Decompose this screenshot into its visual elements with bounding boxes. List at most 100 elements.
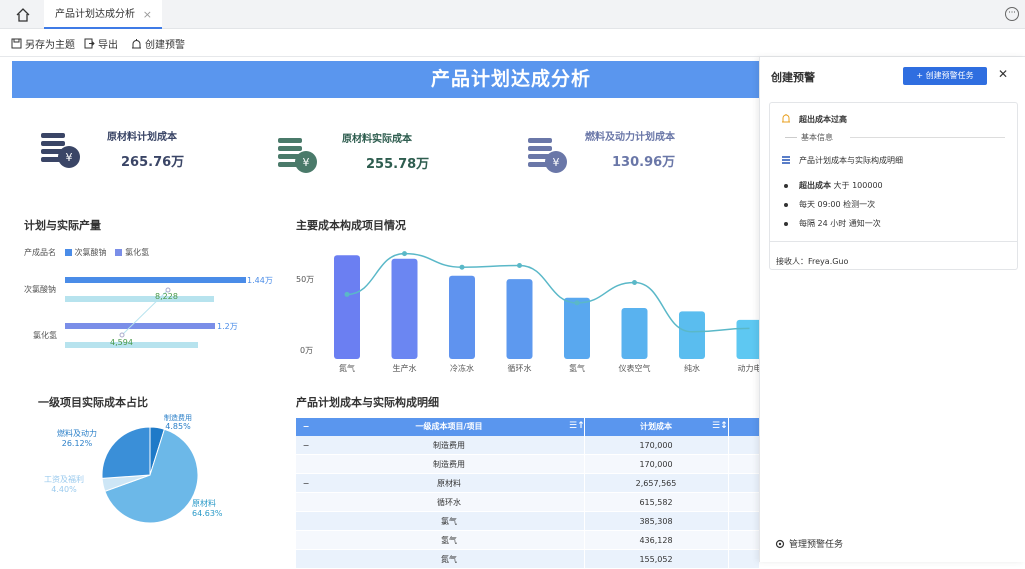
column-divider (584, 474, 585, 493)
alert-receiver: 接收人：Freya.Guo (776, 257, 849, 266)
pie-label-pct: 4.85% (165, 422, 191, 431)
home-icon[interactable] (14, 6, 32, 24)
column-divider (728, 455, 729, 474)
tab-close-icon[interactable]: × (143, 0, 152, 29)
bar-plan[interactable] (65, 323, 215, 329)
column-divider (728, 418, 729, 436)
kpi-value-fuel-plan: 130.96万 (612, 155, 676, 170)
svg-text:¥: ¥ (66, 151, 73, 164)
sort-icon[interactable]: ☰↑ (569, 421, 585, 431)
alarm-icon (132, 39, 141, 49)
column-divider (584, 531, 585, 550)
data-point[interactable] (119, 332, 125, 338)
row-item-name: 制造费用 (433, 460, 465, 469)
alert-notify-frequency: 每隔 24 小时 通知一次 (799, 219, 881, 228)
row-item-name: 氢气 (441, 536, 457, 545)
bar[interactable] (621, 308, 648, 359)
close-icon[interactable]: ✕ (998, 67, 1008, 81)
legend-item[interactable]: 氯化氢 (125, 248, 149, 257)
legend-item[interactable]: 次氯酸钠 (75, 248, 107, 257)
pie-label-name: 燃料及动力 (57, 429, 97, 438)
manage-alert-tasks-link[interactable]: 管理预警任务 (775, 537, 843, 550)
pie-label-pct: 64.63% (192, 509, 223, 518)
table-row[interactable]: 循环水 615,582 (296, 493, 759, 512)
column-header[interactable]: 计划成本 (586, 418, 726, 436)
toolbar: 另存为主题 导出 创建预警 (0, 29, 1025, 57)
pie-label-name: 工资及福利 (44, 475, 84, 484)
bar-actual[interactable] (65, 296, 214, 302)
row-plan-cost: 436,128 (639, 536, 673, 545)
column-divider (584, 418, 585, 436)
bar-plan[interactable] (65, 277, 246, 283)
bar[interactable] (506, 279, 533, 359)
table-title: 产品计划成本与实际构成明细 (296, 396, 439, 409)
table-row[interactable]: − 原材料 2,657,565 (296, 474, 759, 493)
cost-pie-chart (101, 426, 199, 524)
tab-product-plan[interactable]: 产品计划达成分析 × (44, 0, 162, 29)
y-tick-label: 0万 (300, 346, 314, 355)
kpi-value-raw-actual: 255.78万 (366, 157, 430, 172)
kpi-label-raw-plan: 原材料计划成本 (107, 132, 177, 143)
x-tick-label: 动力电 (738, 363, 761, 373)
line-point[interactable] (574, 300, 580, 306)
bar[interactable] (564, 297, 590, 359)
production-legend: 产成品名 次氯酸钠 氯化氢 (24, 247, 149, 258)
plan-value-label: 1.44万 (247, 276, 273, 285)
bar[interactable] (736, 319, 761, 359)
rule-field: 超出成本 (799, 181, 831, 190)
alert-schedule: 每天 09:00 检测一次 (799, 200, 876, 209)
bar[interactable] (391, 258, 418, 359)
line-point[interactable] (517, 263, 522, 268)
kpi-label-fuel-plan: 燃料及动力计划成本 (585, 132, 675, 143)
row-plan-cost: 615,582 (639, 498, 673, 507)
bullet-dot (784, 222, 788, 226)
manage-label: 管理预警任务 (789, 540, 844, 550)
svg-text:¥: ¥ (303, 156, 310, 169)
table-row[interactable]: 制造费用 170,000 (296, 455, 759, 474)
line-point[interactable] (459, 264, 465, 270)
column-divider (728, 493, 729, 512)
cost-bar-chart: 氮气 生产水 冷冻水 循环水 氢气 仪表空气 纯水 动力电 (334, 251, 761, 373)
pie-slice[interactable] (101, 426, 151, 479)
line-point[interactable] (632, 280, 637, 285)
category-label: 氯化氢 (33, 331, 57, 340)
save-theme-label: 另存为主题 (25, 40, 75, 51)
column-header[interactable]: 一级成本项目/项目 (316, 418, 582, 436)
alert-task-card[interactable]: 超出成本过高 基本信息 产品计划成本与实际构成明细 超出成本 大于 100000… (769, 102, 1018, 270)
export-icon (84, 38, 95, 49)
table-row[interactable]: 氯气 385,308 (296, 512, 759, 531)
section-label: 基本信息 (801, 133, 833, 142)
bar[interactable] (679, 311, 705, 359)
save-theme-button[interactable]: 另存为主题 (11, 36, 75, 51)
x-tick-label: 仪表空气 (619, 363, 651, 373)
column-divider (728, 436, 729, 455)
svg-text:¥: ¥ (553, 156, 560, 169)
row-toggle-icon[interactable]: − (300, 436, 312, 455)
pie-label-pct: 26.12% (61, 439, 93, 448)
collapse-all-icon[interactable]: − (300, 418, 312, 436)
export-label: 导出 (98, 40, 118, 51)
bar[interactable] (449, 275, 475, 359)
row-toggle-icon[interactable]: − (300, 474, 312, 493)
column-divider (584, 512, 585, 531)
line-point[interactable] (402, 251, 407, 257)
filter-icon[interactable]: ☰↕ (712, 421, 728, 431)
bar[interactable] (334, 255, 360, 359)
create-alert-task-button[interactable]: + 创建预警任务 (903, 67, 987, 85)
more-icon[interactable]: ··· (1005, 7, 1019, 21)
row-plan-cost: 170,000 (639, 441, 673, 450)
table-row[interactable]: 氢气 436,128 (296, 531, 759, 550)
table-row[interactable]: 氮气 155,052 (296, 550, 759, 569)
row-item-name: 原材料 (437, 479, 461, 488)
row-item-name: 制造费用 (433, 441, 465, 450)
line-point[interactable] (344, 291, 350, 297)
cost-chart-title: 主要成本构成项目情况 (296, 219, 406, 232)
table-row[interactable]: − 制造费用 170,000 (296, 436, 759, 455)
actual-value-label: 8,228 (155, 292, 178, 301)
x-tick-label: 氮气 (339, 363, 355, 373)
panel-title: 创建预警 (771, 71, 815, 84)
export-button[interactable]: 导出 (84, 36, 118, 51)
y-tick-label: 50万 (296, 275, 315, 284)
create-alert-button[interactable]: 创建预警 (131, 36, 185, 51)
production-title: 计划与实际产量 (24, 219, 101, 232)
